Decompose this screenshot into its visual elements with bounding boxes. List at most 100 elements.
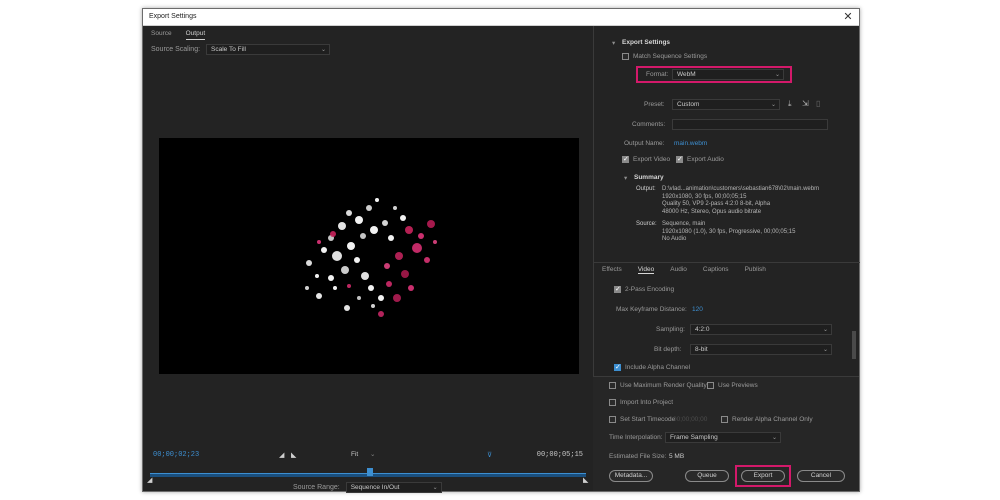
delete-preset-icon[interactable]: ▯ xyxy=(816,99,820,108)
settings-tabs: Effects Video Audio Captions Publish xyxy=(602,266,766,274)
summary-source-label: Source: xyxy=(636,221,657,227)
max-render-checkbox[interactable] xyxy=(609,382,616,389)
summary-source-line: 1920x1080 (1.0), 30 fps, Progressive, 00… xyxy=(662,228,796,235)
duration-timecode: 00;00;05;15 xyxy=(536,451,583,459)
summary-output-line: 48000 Hz, Stereo, Opus audio bitrate xyxy=(662,208,762,215)
chevron-down-icon: ⌄ xyxy=(432,485,438,491)
set-start-label: Set Start Timecode xyxy=(620,416,676,424)
preset-value: Custom xyxy=(677,101,700,108)
summary-source-line: No Audio xyxy=(662,236,687,242)
time-interp-label-cell: Time Interpolation: xyxy=(609,434,663,441)
export-settings-heading: Export Settings xyxy=(622,39,671,46)
source-range-dropdown[interactable]: Sequence In/Out ⌄ xyxy=(345,482,442,493)
bit-depth-dropdown[interactable]: 8-bit ⌄ xyxy=(690,344,832,355)
max-keyframe-value[interactable]: 120 xyxy=(692,306,703,313)
tab-output[interactable]: Output xyxy=(185,30,206,40)
source-output-tabs: Source Output xyxy=(151,30,206,40)
source-range-row: Source Range: Sequence In/Out ⌄ xyxy=(293,482,442,493)
output-name-link[interactable]: main.webm xyxy=(674,140,707,147)
import-row[interactable]: Import Into Project xyxy=(609,399,673,406)
export-audio-checkbox[interactable] xyxy=(676,155,683,163)
fit-value: Fit xyxy=(351,451,359,458)
export-video-label: Export Video xyxy=(633,156,671,164)
tab-video[interactable]: Video xyxy=(637,266,655,274)
export-audio-row[interactable]: Export Audio xyxy=(676,155,724,163)
match-sequence-checkbox[interactable] xyxy=(622,53,629,60)
chevron-down-icon: ⌄ xyxy=(321,47,327,53)
bit-depth-label-cell: Bit depth: xyxy=(654,346,681,353)
range-start-handle[interactable]: ◢ xyxy=(147,476,152,484)
match-sequence-label: Match Sequence Settings xyxy=(633,53,708,61)
preset-label-cell: Preset: xyxy=(644,101,665,108)
current-timecode[interactable]: 00;00;02;23 xyxy=(153,451,199,459)
tab-effects[interactable]: Effects xyxy=(602,266,622,274)
settings-scrollbar[interactable] xyxy=(852,331,856,359)
max-render-label: Use Maximum Render Quality xyxy=(620,382,707,390)
two-pass-label: 2-Pass Encoding xyxy=(625,286,675,294)
queue-button[interactable]: Queue xyxy=(685,470,729,482)
import-preset-icon[interactable]: ⇲ xyxy=(802,99,809,108)
render-alpha-row[interactable]: Render Alpha Channel Only xyxy=(721,416,813,423)
two-pass-checkbox[interactable] xyxy=(614,285,621,293)
time-interp-label: Time Interpolation: xyxy=(609,434,663,441)
chevron-down-icon: ⌄ xyxy=(822,327,828,333)
playhead-handle[interactable] xyxy=(367,468,373,476)
summary-heading: Summary xyxy=(634,174,664,181)
match-sequence-row[interactable]: Match Sequence Settings xyxy=(622,53,707,60)
mark-in-icon[interactable]: ◢ xyxy=(279,451,284,459)
est-size-value: 5 MB xyxy=(669,453,685,460)
export-settings-window: Export Settings ✕ Source Output Source S… xyxy=(142,8,860,493)
alpha-row[interactable]: Include Alpha Channel xyxy=(614,363,691,372)
preset-dropdown[interactable]: Custom ⌄ xyxy=(672,99,780,110)
tab-source[interactable]: Source xyxy=(151,30,172,40)
summary-output-line: D:\vlad...animation\customers\sebastian6… xyxy=(662,186,820,192)
export-video-checkbox[interactable] xyxy=(622,155,629,163)
safe-margins-icon[interactable]: ⊽ xyxy=(487,451,492,459)
format-highlight xyxy=(636,66,792,83)
tab-publish[interactable]: Publish xyxy=(745,266,766,274)
source-scaling-value: Scale To Fill xyxy=(211,46,246,53)
render-alpha-checkbox[interactable] xyxy=(721,416,728,423)
close-icon[interactable]: ✕ xyxy=(841,10,855,24)
range-end-handle[interactable]: ◣ xyxy=(583,476,588,484)
source-range-value: Sequence In/Out xyxy=(350,484,400,491)
sampling-dropdown[interactable]: 4:2:0 ⌄ xyxy=(690,324,832,335)
two-pass-row[interactable]: 2-Pass Encoding xyxy=(614,285,675,294)
summary-collapse-icon[interactable]: ▾ xyxy=(624,174,627,182)
import-label: Import Into Project xyxy=(620,399,674,407)
summary-source-line: Sequence, main xyxy=(662,221,706,227)
set-start-row[interactable]: Set Start Timecode xyxy=(609,416,675,423)
summary-output-label: Output: xyxy=(636,186,656,192)
use-previews-checkbox[interactable] xyxy=(707,382,714,389)
export-options-area: Use Maximum Render Quality Use Previews … xyxy=(593,376,859,491)
max-render-row[interactable]: Use Maximum Render Quality xyxy=(609,382,707,389)
start-timecode-field[interactable]: 00;00;00;00 xyxy=(673,416,707,423)
comments-field[interactable] xyxy=(672,119,828,130)
time-interp-dropdown[interactable]: Frame Sampling ⌄ xyxy=(665,432,781,443)
fit-dropdown[interactable]: Fit ⌄ xyxy=(351,450,385,458)
set-start-checkbox[interactable] xyxy=(609,416,616,423)
tab-captions[interactable]: Captions xyxy=(703,266,729,274)
save-preset-icon[interactable]: ⤓ xyxy=(788,99,792,109)
use-previews-label: Use Previews xyxy=(718,382,758,390)
export-video-row[interactable]: Export Video xyxy=(622,155,671,164)
mark-out-icon[interactable]: ◣ xyxy=(291,451,296,459)
source-scaling-row: Source Scaling: Scale To Fill ⌄ xyxy=(151,44,331,55)
section-divider xyxy=(594,262,860,263)
time-interp-value: Frame Sampling xyxy=(670,434,718,441)
metadata-button[interactable]: Metadata... xyxy=(609,470,653,482)
comments-label: Comments: xyxy=(632,121,666,128)
bit-depth-label: Bit depth: xyxy=(654,346,682,353)
summary-source-lines: Sequence, main 1920x1080 (1.0), 30 fps, … xyxy=(662,221,795,244)
collapse-triangle-icon[interactable]: ▾ xyxy=(612,39,615,47)
alpha-label: Include Alpha Channel xyxy=(625,364,691,372)
cancel-button[interactable]: Cancel xyxy=(797,470,845,482)
sampling-value: 4:2:0 xyxy=(695,326,710,333)
title-bar: Export Settings ✕ xyxy=(143,9,859,26)
tab-audio[interactable]: Audio xyxy=(670,266,687,274)
chevron-down-icon: ⌄ xyxy=(770,102,776,108)
use-previews-row[interactable]: Use Previews xyxy=(707,382,758,389)
source-scaling-dropdown[interactable]: Scale To Fill ⌄ xyxy=(206,44,331,55)
import-checkbox[interactable] xyxy=(609,399,616,406)
alpha-checkbox[interactable] xyxy=(614,363,621,371)
